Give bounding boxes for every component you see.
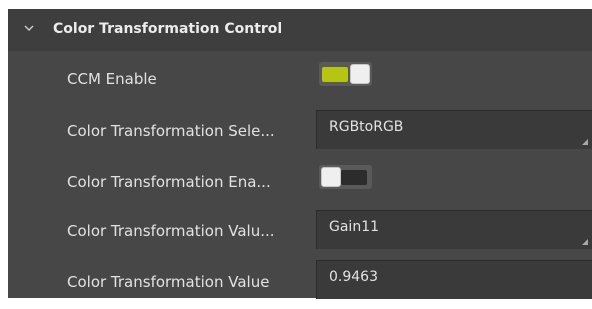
property-panel: Color Transformation Control CCM Enable … (8, 9, 592, 299)
color-transformation-enable-toggle[interactable] (319, 165, 372, 189)
color-transformation-selector-dropdown[interactable]: RGBtoRGB (316, 110, 592, 149)
section-header[interactable]: Color Transformation Control (8, 9, 592, 51)
toggle-knob (350, 64, 370, 84)
toggle-knob (321, 167, 341, 187)
input-value: 0.9463 (329, 269, 378, 285)
toggle-track (322, 67, 348, 82)
color-transformation-value-input[interactable]: 0.9463 (316, 260, 592, 299)
selected-value: RGBtoRGB (329, 119, 404, 135)
color-transformation-enable-label: Color Transformation Ena... (67, 173, 271, 191)
dropdown-corner-icon (582, 139, 588, 145)
dropdown-corner-icon (582, 239, 588, 245)
section-title: Color Transformation Control (53, 21, 283, 37)
ccm-enable-label: CCM Enable (67, 70, 157, 88)
toggle-track (341, 170, 367, 185)
color-transformation-value-selector-label: Color Transformation Valu... (67, 222, 275, 240)
color-transformation-value-selector-dropdown[interactable]: Gain11 (316, 210, 592, 249)
color-transformation-selector-label: Color Transformation Sele... (67, 122, 275, 140)
ccm-enable-toggle[interactable] (319, 62, 372, 86)
color-transformation-value-label: Color Transformation Value (67, 273, 270, 291)
selected-value: Gain11 (329, 219, 380, 235)
chevron-down-icon[interactable] (24, 23, 34, 33)
